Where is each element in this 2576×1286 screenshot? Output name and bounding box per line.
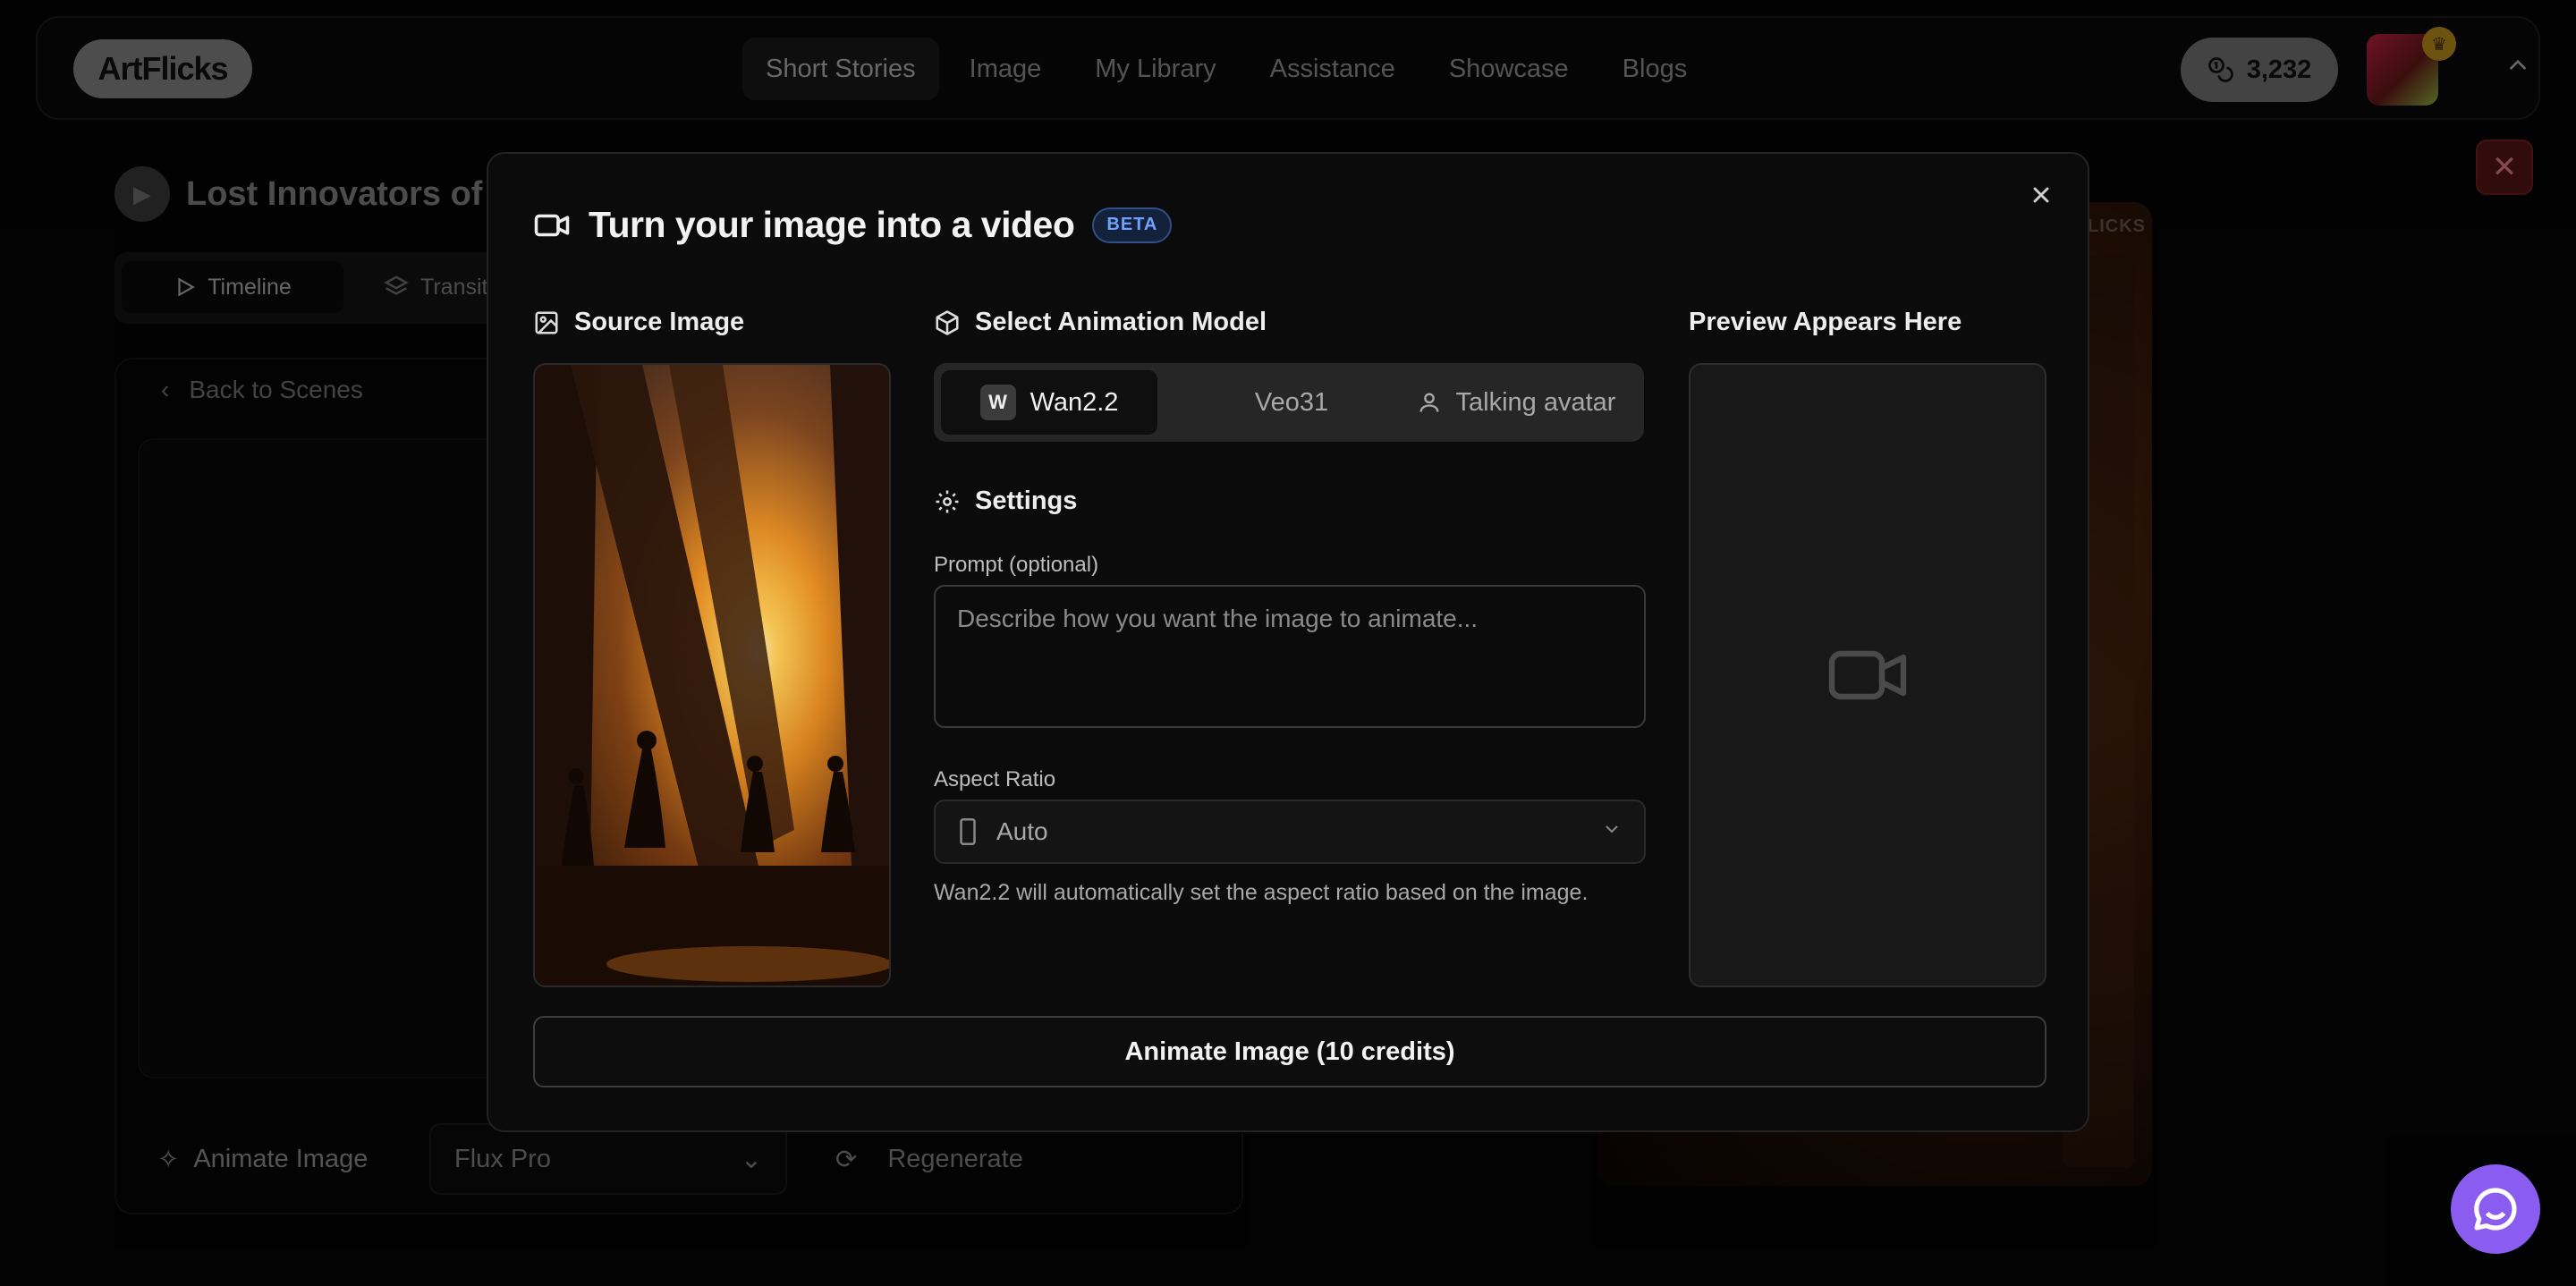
aspect-ratio-hint: Wan2.2 will automatically set the aspect… [934, 880, 1588, 906]
animate-image-modal: Turn your image into a video BETA Source… [487, 152, 2089, 1132]
chevron-down-icon [1601, 818, 1623, 846]
model-option-veo31[interactable]: Veo31 [1202, 370, 1381, 435]
aspect-ratio-select[interactable]: Auto [934, 800, 1646, 864]
preview-label: Preview Appears Here [1689, 308, 1962, 337]
model-option-label: Wan2.2 [1030, 388, 1119, 418]
aspect-ratio-value: Auto [996, 817, 1048, 846]
gear-icon [934, 488, 961, 515]
model-option-talking-avatar[interactable]: Talking avatar [1395, 370, 1637, 435]
modal-header: Turn your image into a video BETA [533, 204, 1172, 246]
beta-badge: BETA [1092, 207, 1172, 243]
model-option-wan22[interactable]: W Wan2.2 [941, 370, 1157, 435]
settings-label: Settings [975, 486, 1077, 516]
model-selector: W Wan2.2 Veo31 Talking avatar [934, 363, 1644, 442]
prompt-input[interactable] [934, 585, 1646, 728]
model-section-label: Select Animation Model [975, 308, 1267, 337]
source-image [533, 363, 891, 987]
model-option-label: Talking avatar [1456, 388, 1616, 418]
prompt-label: Prompt (optional) [934, 553, 1098, 578]
phone-icon [957, 818, 979, 845]
video-icon [533, 207, 571, 244]
source-image-label: Source Image [574, 308, 744, 337]
animate-image-submit-button[interactable]: Animate Image (10 credits) [533, 1016, 2046, 1087]
modal-close-icon[interactable] [2029, 181, 2054, 216]
cube-icon [934, 309, 961, 336]
chat-support-button[interactable] [2451, 1164, 2540, 1254]
preview-area [1689, 363, 2046, 987]
preview-heading: Preview Appears Here [1689, 308, 1962, 337]
image-icon [533, 309, 560, 336]
source-image-heading: Source Image [533, 308, 744, 337]
modal-title: Turn your image into a video [589, 204, 1074, 246]
wan-logo-icon: W [980, 385, 1016, 420]
model-section-heading: Select Animation Model [934, 308, 1267, 337]
model-option-label: Veo31 [1255, 388, 1328, 418]
settings-heading: Settings [934, 486, 1077, 516]
aspect-ratio-label: Aspect Ratio [934, 767, 1055, 792]
chat-icon [2470, 1184, 2521, 1234]
user-icon [1417, 390, 1442, 415]
video-camera-icon [1825, 632, 1911, 718]
